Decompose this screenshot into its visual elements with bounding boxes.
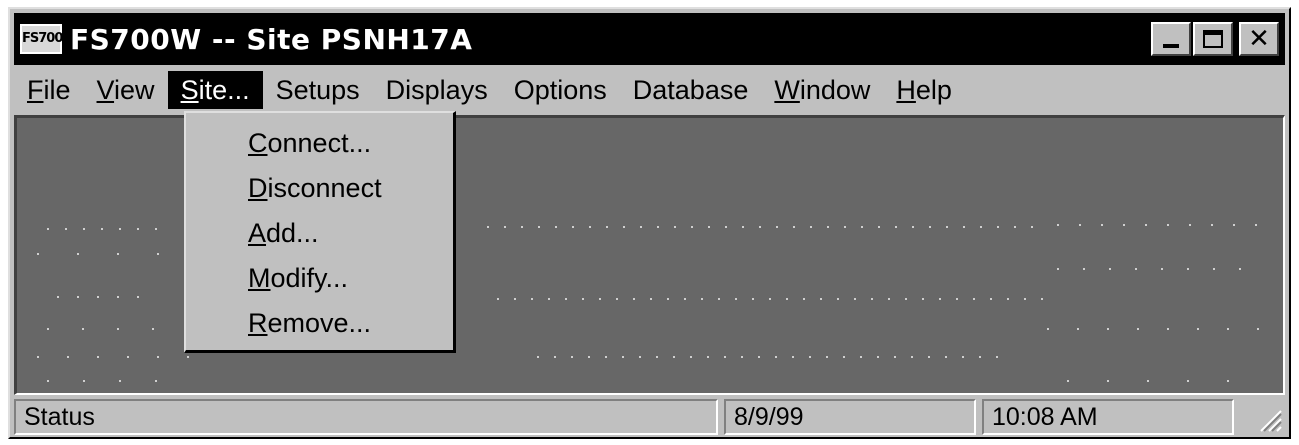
status-date: 8/9/99 [724,399,976,435]
site-menu-connect[interactable]: Connect... [186,121,453,166]
menu-window[interactable]: Window [761,71,883,109]
status-text: Status [14,399,718,435]
modify-mnemonic: M [248,263,271,293]
status-time: 10:08 AM [982,399,1234,435]
menu-view-mnemonic: V [96,75,115,105]
menu-bar: File View Site... Setups Displays Option… [14,67,1285,113]
minimize-icon [1163,44,1179,48]
disconnect-mnemonic: D [248,173,268,203]
site-menu-add[interactable]: Add... [186,211,453,256]
menu-window-label: indow [799,75,871,105]
close-button[interactable]: ✕ [1239,22,1279,56]
menu-setups-label: Setups [275,75,360,105]
connect-label: onnect... [267,128,372,158]
add-label: dd... [266,218,319,248]
menu-site[interactable]: Site... [167,71,263,109]
connect-mnemonic: C [248,128,268,158]
site-menu-remove[interactable]: Remove... [186,301,453,346]
menu-window-mnemonic: W [774,75,800,105]
modify-label: odify... [270,263,349,293]
window-title: FS700W -- Site PSNH17A [70,22,473,56]
site-menu-modify[interactable]: Modify... [186,256,453,301]
menu-options-label: Options [513,75,607,105]
add-mnemonic: A [248,218,267,248]
remove-mnemonic: R [248,308,268,338]
menu-site-mnemonic: S [180,75,199,105]
menu-file[interactable]: File [14,71,84,109]
minimize-button[interactable] [1151,22,1191,56]
remove-label: emove... [267,308,372,338]
site-menu-disconnect[interactable]: Disconnect [186,166,453,211]
maximize-icon [1203,30,1223,48]
menu-help-mnemonic: H [896,75,916,105]
menu-displays-label: Displays [385,75,488,105]
menu-site-label: ite... [198,75,250,105]
close-icon: ✕ [1248,24,1270,54]
title-bar[interactable]: FS700 FS700W -- Site PSNH17A ✕ [14,13,1285,65]
menu-help-label: elp [915,75,952,105]
menu-displays[interactable]: Displays [373,71,501,109]
site-dropdown-menu: Connect... Disconnect Add... Modify... R… [184,111,456,353]
menu-file-mnemonic: F [27,75,44,105]
maximize-button[interactable] [1193,22,1233,56]
menu-view-label: iew [114,75,155,105]
menu-help[interactable]: Help [883,71,965,109]
menu-setups[interactable]: Setups [263,71,373,109]
disconnect-label: isconnect [267,173,382,203]
menu-database-label: Database [632,75,749,105]
menu-file-label: ile [43,75,71,105]
resize-grip-icon[interactable] [1255,405,1283,433]
menu-database[interactable]: Database [620,71,762,109]
menu-options[interactable]: Options [501,71,620,109]
app-icon[interactable]: FS700 [20,24,63,54]
status-bar: Status 8/9/99 10:08 AM [14,399,1285,435]
menu-view[interactable]: View [84,71,168,109]
window-controls: ✕ [1149,22,1279,56]
